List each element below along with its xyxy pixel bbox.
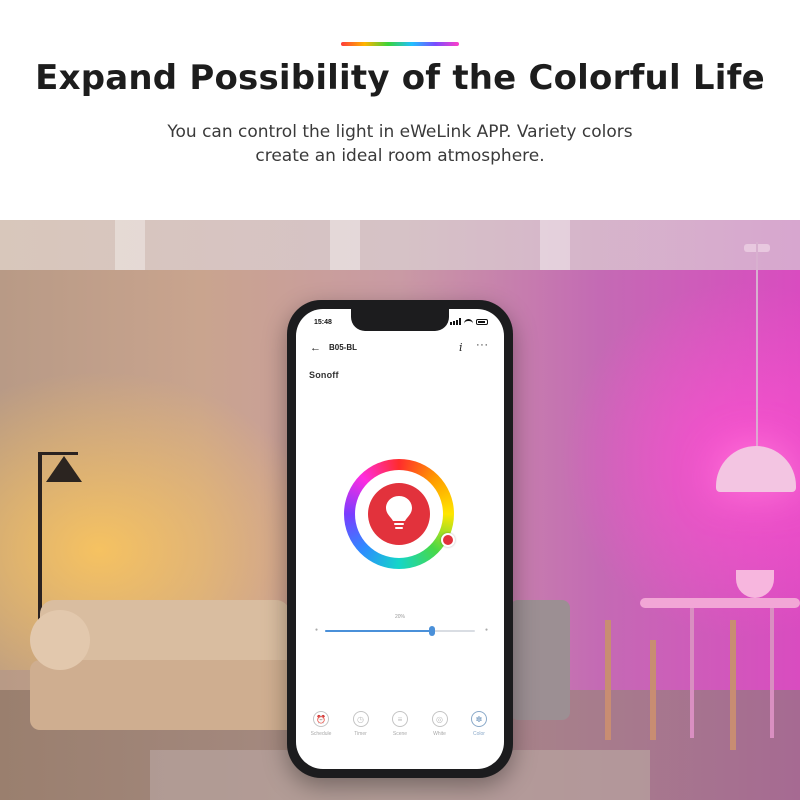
brand-logo: Sonoff (309, 370, 339, 380)
brightness-value: 20% (394, 614, 405, 620)
white-light-icon: ◎ (431, 711, 448, 727)
tab-label: Schedule (310, 731, 332, 737)
arrow-left-icon[interactable]: ← (310, 342, 321, 354)
alarm-clock-icon: ⏰ (313, 711, 329, 727)
battery-icon (476, 318, 488, 325)
tab-scene[interactable]: ≡ Scene (381, 711, 419, 737)
table-leg (770, 608, 774, 738)
brightness-slider-thumb[interactable] (428, 626, 435, 636)
tab-label: Color (473, 731, 485, 737)
floor-lamp-arm (38, 452, 78, 455)
headline: Expand Possibility of the Colorful Life (35, 58, 765, 98)
ceiling-light-fixture (540, 220, 570, 270)
signal-icon (450, 318, 461, 325)
sofa-seat (30, 660, 300, 730)
smartphone: 15:48 ← B05-BL i ··· Sonoff 20% ● ● ⏰ Sc… (287, 300, 513, 778)
brightness-max-icon: ● (485, 627, 489, 633)
bottom-tab-bar: ⏰ Schedule ◷ Timer ≡ Scene ◎ White ✽ Col… (302, 711, 498, 737)
light-bulb-icon (386, 496, 412, 529)
tab-timer[interactable]: ◷ Timer (342, 711, 380, 737)
subline-line-1: You can control the light in eWeLink APP… (167, 122, 633, 142)
brightness-slider-fill (325, 630, 432, 632)
dining-chair (650, 640, 656, 740)
floor-lamp-shade (46, 456, 82, 482)
sofa-arm (30, 610, 90, 670)
tab-white[interactable]: ◎ White (421, 711, 459, 737)
phone-notch (351, 309, 449, 331)
more-icon[interactable]: ··· (476, 339, 489, 351)
armchair (510, 600, 570, 720)
status-icons (450, 318, 488, 325)
pendant-lamp-cord (756, 242, 758, 462)
scene-icon: ≡ (392, 711, 408, 727)
ceiling-light-fixture (115, 220, 145, 270)
brightness-min-icon: ● (315, 627, 319, 633)
info-icon[interactable]: i (459, 341, 463, 354)
status-time: 15:48 (314, 319, 332, 326)
brightness-slider[interactable] (325, 626, 475, 636)
ceiling-light-fixture (330, 220, 360, 270)
tab-color[interactable]: ✽ Color (460, 711, 498, 737)
dining-chair (605, 620, 611, 740)
dining-table (640, 598, 800, 608)
subline-line-2: create an ideal room atmosphere. (255, 146, 545, 166)
color-palette-icon: ✽ (471, 711, 487, 727)
device-title: B05-BL (329, 343, 358, 352)
timer-icon: ◷ (352, 711, 369, 727)
rainbow-accent-bar (341, 42, 459, 46)
subline: You can control the light in eWeLink APP… (0, 120, 800, 168)
dining-chair (730, 620, 736, 750)
tab-schedule[interactable]: ⏰ Schedule (302, 711, 340, 737)
wifi-icon (464, 318, 473, 325)
table-leg (690, 608, 694, 738)
color-wheel-handle[interactable] (441, 533, 455, 547)
phone-screen: 15:48 ← B05-BL i ··· Sonoff 20% ● ● ⏰ Sc… (296, 309, 504, 769)
tab-label: White (433, 731, 446, 737)
tab-label: Timer (354, 731, 367, 737)
tab-label: Scene (392, 731, 408, 737)
